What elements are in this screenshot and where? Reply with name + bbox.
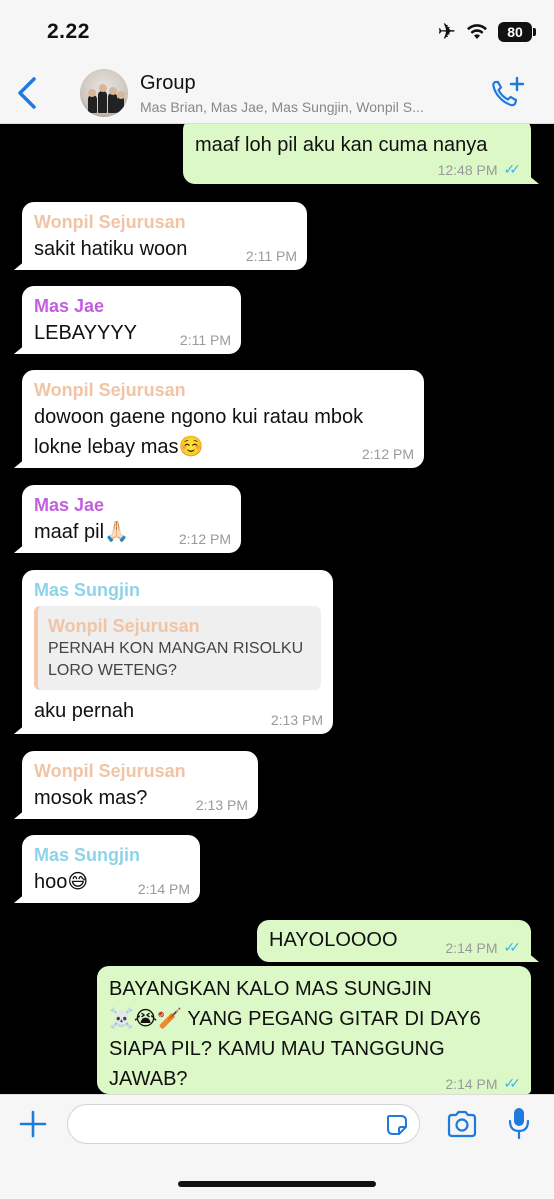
add-call-icon[interactable] [490, 76, 526, 110]
chat-participants[interactable]: Mas Brian, Mas Jae, Mas Sungjin, Wonpil … [140, 99, 480, 115]
message-composer [0, 1094, 554, 1199]
message-time: 2:12 PM [178, 531, 231, 547]
message-incoming[interactable]: Wonpil Sejurusan sakit hatiku woon 2:11 … [14, 202, 307, 270]
read-receipt-icon: ✓✓ [503, 161, 522, 177]
message-time: 2:11 PM [179, 332, 231, 348]
message-meta: 2:11 PM [246, 248, 297, 264]
avatar-figure [108, 93, 117, 113]
avatar-head [109, 87, 117, 95]
airplane-icon: ✈ [437, 19, 456, 44]
chat-title[interactable]: Group [140, 72, 196, 95]
quoted-text-line: LORO WETENG? [48, 662, 177, 679]
home-indicator[interactable] [178, 1181, 376, 1187]
quoted-text-line: PERNAH KON MANGAN RISOLKU [48, 640, 304, 657]
read-receipt-icon: ✓✓ [503, 939, 522, 955]
message-time: 2:14 PM [445, 1075, 498, 1092]
message-sender[interactable]: Mas Jae [34, 294, 229, 318]
message-time: 2:12 PM [361, 446, 414, 462]
message-incoming-reply[interactable]: Mas Sungjin Wonpil Sejurusan PERNAH KON … [14, 570, 333, 734]
message-text-line: SIAPA PIL? KAMU MAU TANGGUNG [109, 1038, 445, 1060]
wifi-icon [467, 24, 487, 39]
message-time: 2:11 PM [245, 248, 297, 264]
status-bar: 2.22 ✈ 80 [0, 0, 554, 62]
message-meta: 2:13 PM [271, 712, 323, 728]
message-time: 2:14 PM [137, 881, 190, 897]
message-text-line: ☠️😭🏏 YANG PEGANG GITAR DI DAY6 [109, 1008, 481, 1030]
message-sender[interactable]: Wonpil Sejurusan [34, 378, 412, 402]
message-sender[interactable]: Mas Jae [34, 493, 229, 517]
message-incoming[interactable]: Mas Sungjin hoo😅 2:14 PM [14, 835, 200, 903]
message-meta: 2:14 PM [138, 881, 190, 897]
message-sender[interactable]: Wonpil Sejurusan [34, 759, 246, 783]
battery-indicator: 80 [498, 22, 536, 42]
message-incoming[interactable]: Mas Jae maaf pil🙏🏻 2:12 PM [14, 485, 241, 553]
message-time: 2:13 PM [270, 712, 323, 728]
microphone-icon[interactable] [507, 1106, 531, 1140]
message-outgoing[interactable]: BAYANGKAN KALO MAS SUNGJIN ☠️😭🏏 YANG PEG… [97, 966, 531, 1094]
bubble-tail [14, 893, 26, 903]
bubble-tail [14, 809, 26, 819]
sticker-icon[interactable] [385, 1113, 409, 1137]
message-time: 2:13 PM [195, 797, 248, 813]
bubble-tail [14, 724, 26, 734]
message-text-line: BAYANGKAN KALO MAS SUNGJIN [109, 978, 432, 1000]
message-meta: 2:14 PM ✓✓ [445, 1075, 521, 1092]
message-sender[interactable]: Mas Sungjin [34, 578, 321, 602]
message-time: 2:14 PM [445, 939, 498, 956]
status-icons: ✈ 80 [437, 19, 536, 44]
message-incoming[interactable]: Wonpil Sejurusan dowoon gaene ngono kui … [14, 370, 424, 468]
avatar-figure [88, 95, 97, 113]
plus-icon[interactable] [18, 1109, 48, 1139]
bubble-tail [14, 458, 26, 468]
read-receipt-icon: ✓✓ [503, 1075, 522, 1091]
message-list[interactable]: maaf loh pil aku kan cuma nanya 12:48 PM… [0, 124, 554, 1094]
chevron-left-icon[interactable] [14, 76, 42, 110]
avatar-head [117, 91, 125, 99]
message-meta: 2:12 PM [362, 446, 414, 462]
status-time: 2.22 [47, 20, 90, 43]
message-meta: 2:14 PM ✓✓ [445, 939, 521, 956]
bubble-tail [527, 952, 539, 962]
message-time: 12:48 PM [437, 161, 498, 178]
chat-header: Group Mas Brian, Mas Jae, Mas Sungjin, W… [0, 62, 554, 124]
group-avatar[interactable] [80, 69, 128, 117]
message-meta: 12:48 PM ✓✓ [437, 161, 522, 178]
message-text: maaf loh pil aku kan cuma nanya [195, 134, 488, 156]
message-sender[interactable]: Wonpil Sejurusan [34, 210, 295, 234]
message-sender[interactable]: Mas Sungjin [34, 843, 188, 867]
camera-icon[interactable] [446, 1109, 478, 1139]
bubble-tail [14, 344, 26, 354]
message-incoming[interactable]: Wonpil Sejurusan mosok mas? 2:13 PM [14, 751, 258, 819]
avatar-head [99, 84, 107, 92]
message-meta: 2:11 PM [180, 332, 231, 348]
bubble-tail [527, 174, 539, 184]
message-text-line: lokne lebay mas☺️ [34, 436, 204, 458]
bubble-tail [14, 543, 26, 553]
quoted-message[interactable]: Wonpil Sejurusan PERNAH KON MANGAN RISOL… [34, 606, 321, 690]
quoted-sender: Wonpil Sejurusan [48, 616, 200, 636]
avatar-figure [98, 91, 107, 113]
message-outgoing[interactable]: maaf loh pil aku kan cuma nanya 12:48 PM… [183, 124, 539, 184]
bubble-tail [14, 260, 26, 270]
avatar-head [88, 89, 96, 97]
message-input[interactable] [67, 1104, 420, 1144]
message-text-line: dowoon gaene ngono kui ratau mbok [34, 406, 364, 428]
message-meta: 2:12 PM [179, 531, 231, 547]
message-incoming[interactable]: Mas Jae LEBAYYYY 2:11 PM [14, 286, 241, 354]
message-meta: 2:13 PM [196, 797, 248, 813]
message-outgoing[interactable]: HAYOLOOOO 2:14 PM ✓✓ [257, 920, 539, 962]
